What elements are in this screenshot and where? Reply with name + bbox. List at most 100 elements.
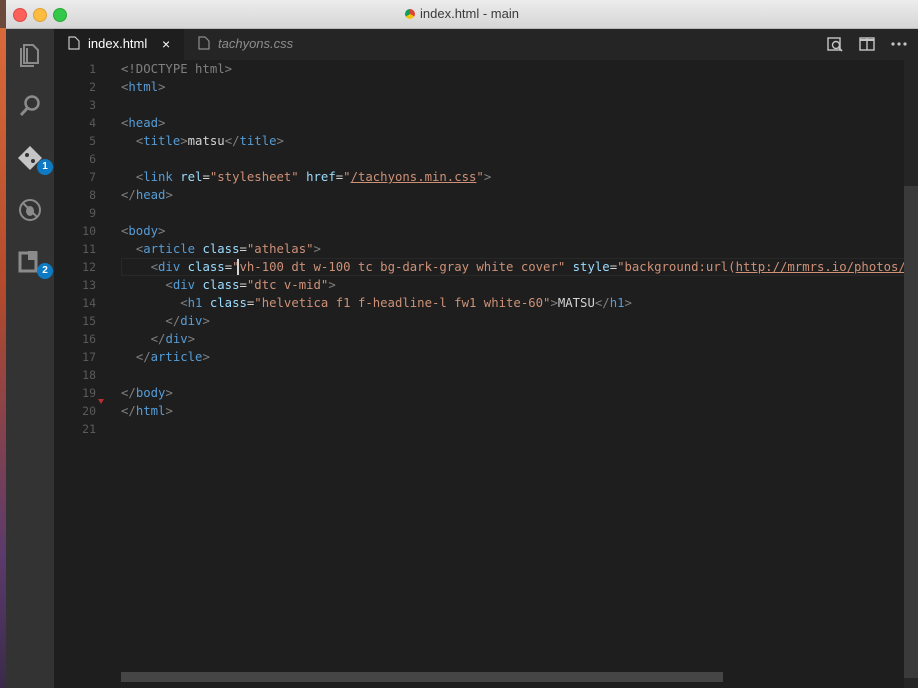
- code-token: div: [165, 332, 188, 346]
- split-editor-icon[interactable]: [856, 33, 878, 55]
- close-tab-icon[interactable]: ×: [162, 30, 170, 58]
- files-icon[interactable]: [15, 39, 45, 69]
- code-token: article: [150, 350, 203, 364]
- code-token: /tachyons.min.css: [350, 170, 477, 184]
- code-token: html: [135, 404, 166, 418]
- code-token: </: [121, 188, 136, 202]
- line-number: 7: [89, 170, 96, 184]
- vertical-scrollbar-track[interactable]: [904, 60, 918, 688]
- open-preview-icon[interactable]: [824, 33, 846, 55]
- code-token: =: [609, 260, 618, 274]
- line-number: 5: [89, 134, 96, 148]
- code-token: >: [165, 404, 173, 418]
- search-icon[interactable]: [15, 91, 45, 121]
- code-line: </article>: [121, 348, 210, 366]
- window-title-text: index.html - main: [420, 6, 519, 21]
- code-token: >: [165, 386, 173, 400]
- extensions-icon[interactable]: 2: [15, 247, 53, 279]
- line-number: 11: [82, 242, 96, 256]
- code-token: class: [187, 260, 225, 274]
- window-title: index.html - main: [6, 6, 918, 21]
- file-icon: [198, 36, 210, 50]
- tab-tachyons-css[interactable]: tachyons.css: [184, 29, 314, 60]
- code-token: href: [306, 170, 336, 184]
- vertical-scrollbar-thumb[interactable]: [904, 186, 918, 678]
- code-token: article: [143, 242, 196, 256]
- more-actions-icon[interactable]: [888, 33, 910, 55]
- line-number: 17: [82, 350, 96, 364]
- code-line: <head>: [121, 114, 165, 132]
- code-line: <h1 class="helvetica f1 f-headline-l fw1…: [121, 294, 632, 312]
- code-token: </: [150, 332, 166, 346]
- line-number: 1: [89, 62, 96, 76]
- code-area[interactable]: <!DOCTYPE html> <html> <head> <title>matsu…: [121, 60, 918, 688]
- code-token: div: [180, 314, 203, 328]
- code-token: html: [128, 80, 159, 94]
- code-token: >: [158, 224, 166, 238]
- code-token: >: [202, 350, 210, 364]
- code-token: <: [165, 278, 173, 292]
- vscode-window: index.html - main 1 2 index.html × tachy…: [6, 0, 918, 688]
- git-icon[interactable]: 1: [15, 143, 53, 175]
- code-line: <div class="vh-100 dt w-100 tc bg-dark-g…: [121, 258, 918, 276]
- code-token: h1: [609, 296, 625, 310]
- line-number: 18: [82, 368, 96, 382]
- code-token: >: [483, 170, 492, 184]
- code-token: matsu: [187, 134, 225, 148]
- code-token: class: [209, 296, 247, 310]
- code-token: class: [202, 242, 240, 256]
- code-line: </div>: [121, 312, 209, 330]
- extensions-badge: 2: [37, 263, 53, 279]
- code-line: </html>: [121, 402, 173, 420]
- horizontal-scrollbar[interactable]: [121, 672, 723, 682]
- code-line: <title>matsu</title>: [121, 132, 284, 150]
- code-token: =: [239, 242, 247, 256]
- code-token: "athelas": [246, 242, 314, 256]
- code-token: title: [239, 134, 277, 148]
- line-number: 9: [89, 206, 96, 220]
- tab-label: index.html: [88, 36, 148, 51]
- code-line: <html>: [121, 78, 165, 96]
- debug-icon[interactable]: [15, 195, 45, 225]
- line-number: 6: [89, 152, 96, 166]
- code-token: </: [121, 404, 136, 418]
- code-token: >: [550, 296, 558, 310]
- code-token: link: [143, 170, 173, 184]
- line-number: 14: [82, 296, 96, 310]
- code-token: </: [594, 296, 610, 310]
- line-number: 15: [82, 314, 96, 328]
- line-number: 10: [82, 224, 96, 238]
- code-token: class: [202, 278, 240, 292]
- code-editor[interactable]: 1 2 3 4 5 6 7 8 9 10 11 12 13 14 15 16 17 18 19 20 21 <!DOCT…: [54, 60, 918, 688]
- code-token: >: [313, 242, 321, 256]
- code-token: >: [158, 80, 166, 94]
- line-number: 16: [82, 332, 96, 346]
- code-line: <link rel="stylesheet" href="/tachyons.m…: [121, 168, 491, 186]
- line-number: 13: [82, 278, 96, 292]
- text-cursor: [237, 259, 239, 275]
- tab-index-html[interactable]: index.html ×: [54, 29, 184, 60]
- line-number: 3: [89, 98, 96, 112]
- code-line: </body>: [121, 384, 173, 402]
- code-token: <!DOCTYPE html>: [121, 62, 233, 76]
- code-token: "vh-100 dt w-100 tc bg-dark-gray white c…: [232, 260, 566, 274]
- code-token: >: [276, 134, 284, 148]
- line-number: 19: [82, 386, 96, 400]
- code-token: div: [158, 260, 181, 274]
- code-token: "background:url(: [617, 260, 736, 274]
- code-token: body: [128, 224, 159, 238]
- activity-bar: 1 2: [6, 29, 54, 688]
- code-token: </: [165, 314, 181, 328]
- code-token: =: [239, 278, 247, 292]
- code-token: MATSU: [557, 296, 595, 310]
- line-number-gutter: 1 2 3 4 5 6 7 8 9 10 11 12 13 14 15 16 17 18 19 20 21: [54, 60, 118, 688]
- code-token: "dtc v-mid": [246, 278, 329, 292]
- code-token: >: [187, 332, 196, 346]
